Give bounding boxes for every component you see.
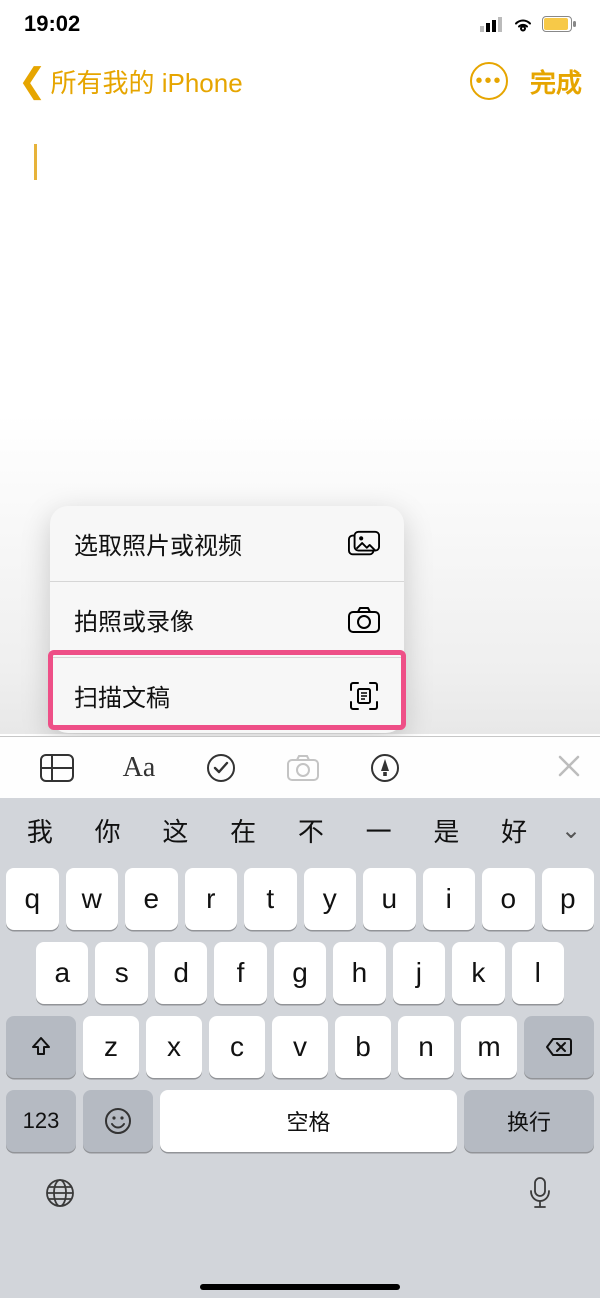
candidate[interactable]: 不: [277, 812, 345, 849]
back-label: 所有我的 iPhone: [51, 63, 243, 100]
cellular-signal-icon: [480, 16, 504, 32]
keyboard-bottom-bar: [0, 1158, 600, 1228]
key-y[interactable]: y: [304, 868, 357, 930]
menu-item-scan-document[interactable]: 扫描文稿: [50, 658, 404, 733]
status-bar: 19:02: [0, 0, 600, 48]
key-numbers[interactable]: 123: [6, 1090, 76, 1152]
key-c[interactable]: c: [209, 1016, 265, 1078]
candidate[interactable]: 是: [413, 812, 481, 849]
home-indicator[interactable]: [200, 1284, 400, 1290]
text-cursor: [34, 144, 37, 180]
table-button[interactable]: [20, 745, 94, 791]
key-v[interactable]: v: [272, 1016, 328, 1078]
toolbar-close-button[interactable]: [558, 752, 580, 784]
candidate-row: 我 你 这 在 不 一 是 好 ⌄: [0, 798, 600, 862]
menu-item-label: 拍照或录像: [74, 602, 194, 637]
key-m[interactable]: m: [461, 1016, 517, 1078]
battery-icon: [542, 16, 576, 32]
keyboard: 我 你 这 在 不 一 是 好 ⌄ q w e r t y u i o p: [0, 798, 600, 1298]
nav-bar: ❮ 所有我的 iPhone ••• 完成: [0, 48, 600, 114]
candidate[interactable]: 在: [209, 812, 277, 849]
key-i[interactable]: i: [423, 868, 476, 930]
key-emoji[interactable]: [83, 1090, 153, 1152]
more-icon: •••: [475, 70, 502, 93]
key-u[interactable]: u: [363, 868, 416, 930]
key-h[interactable]: h: [333, 942, 385, 1004]
key-n[interactable]: n: [398, 1016, 454, 1078]
menu-item-label: 扫描文稿: [74, 678, 170, 713]
notes-toolbar: Aa: [0, 736, 600, 798]
key-p[interactable]: p: [542, 868, 595, 930]
menu-item-take-photo[interactable]: 拍照或录像: [50, 582, 404, 658]
key-a[interactable]: a: [36, 942, 88, 1004]
done-button[interactable]: 完成: [530, 63, 582, 100]
key-b[interactable]: b: [335, 1016, 391, 1078]
key-e[interactable]: e: [125, 868, 178, 930]
key-t[interactable]: t: [244, 868, 297, 930]
format-button[interactable]: Aa: [102, 745, 176, 791]
status-time: 19:02: [24, 11, 80, 37]
menu-item-choose-photo[interactable]: 选取照片或视频: [50, 506, 404, 582]
menu-item-label: 选取照片或视频: [74, 526, 242, 561]
key-k[interactable]: k: [452, 942, 504, 1004]
key-r[interactable]: r: [185, 868, 238, 930]
candidate[interactable]: 好: [480, 812, 548, 849]
key-delete[interactable]: [524, 1016, 594, 1078]
more-button[interactable]: •••: [470, 62, 508, 100]
key-g[interactable]: g: [274, 942, 326, 1004]
dictation-button[interactable]: [520, 1173, 560, 1213]
key-o[interactable]: o: [482, 868, 535, 930]
key-q[interactable]: q: [6, 868, 59, 930]
attachment-menu: 选取照片或视频 拍照或录像 扫描文稿: [50, 506, 404, 733]
key-z[interactable]: z: [83, 1016, 139, 1078]
key-x[interactable]: x: [146, 1016, 202, 1078]
key-j[interactable]: j: [393, 942, 445, 1004]
gallery-icon: [348, 530, 380, 558]
candidate[interactable]: 一: [345, 812, 413, 849]
camera-toolbar-button[interactable]: [266, 745, 340, 791]
markup-button[interactable]: [348, 745, 422, 791]
key-w[interactable]: w: [66, 868, 119, 930]
key-l[interactable]: l: [512, 942, 564, 1004]
chevron-left-icon: ❮: [18, 64, 47, 98]
candidate[interactable]: 你: [74, 812, 142, 849]
back-button[interactable]: ❮ 所有我的 iPhone: [18, 63, 470, 100]
candidate[interactable]: 我: [6, 812, 74, 849]
key-d[interactable]: d: [155, 942, 207, 1004]
key-s[interactable]: s: [95, 942, 147, 1004]
globe-button[interactable]: [40, 1173, 80, 1213]
key-shift[interactable]: [6, 1016, 76, 1078]
key-space[interactable]: 空格: [160, 1090, 457, 1152]
wifi-icon: [512, 16, 534, 32]
scan-icon: [348, 682, 380, 710]
candidate-expand[interactable]: ⌄: [548, 816, 594, 845]
checklist-button[interactable]: [184, 745, 258, 791]
key-f[interactable]: f: [214, 942, 266, 1004]
camera-icon: [348, 606, 380, 634]
key-return[interactable]: 换行: [464, 1090, 594, 1152]
candidate[interactable]: 这: [142, 812, 210, 849]
